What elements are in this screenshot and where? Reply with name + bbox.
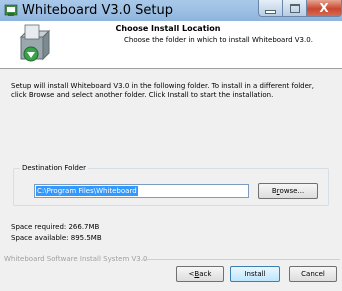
close-button[interactable]: X [307, 0, 342, 17]
header-panel: Choose Install Location Choose the folde… [0, 21, 342, 69]
page-title: Choose Install Location [115, 24, 221, 33]
maximize-button[interactable] [283, 0, 307, 17]
installer-app-icon [4, 4, 18, 16]
setup-window: Whiteboard V3.0 Setup X Choose Install L… [0, 0, 342, 291]
minimize-icon [265, 9, 276, 14]
browse-button[interactable]: Br owse... [258, 183, 318, 199]
space-available: Space available: 895.5MB [11, 234, 102, 242]
maximize-icon [289, 3, 300, 13]
destination-label: Destination Folder [20, 164, 89, 172]
cancel-button[interactable]: Cancel [289, 266, 337, 282]
branding-divider [142, 259, 340, 260]
install-button[interactable]: Install [230, 266, 280, 282]
instructions-text: Setup will install Whiteboard V3.0 in th… [11, 82, 315, 99]
destination-folder-value: C:\Program Files\Whiteboard [36, 186, 138, 196]
minimize-button[interactable] [258, 0, 283, 17]
space-required: Space required: 266.7MB [11, 223, 100, 231]
back-button[interactable]: < Back [176, 266, 224, 282]
destination-folder-input[interactable]: C:\Program Files\Whiteboard [34, 184, 249, 198]
window-title: Whiteboard V3.0 Setup [22, 3, 174, 18]
title-bar[interactable]: Whiteboard V3.0 Setup X [0, 0, 342, 21]
branding-text: Whiteboard Software Install System V3.0 [4, 255, 148, 263]
page-subtitle: Choose the folder in which to install Wh… [124, 36, 313, 44]
close-icon: X [319, 1, 329, 15]
